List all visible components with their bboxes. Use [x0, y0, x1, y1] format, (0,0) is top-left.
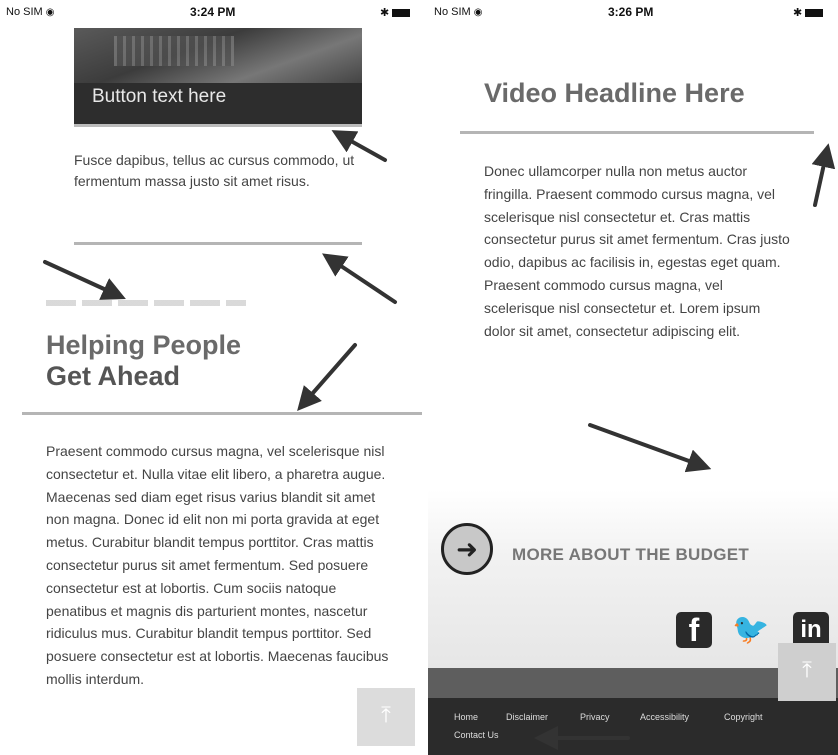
- video-headline: Video Headline Here: [484, 78, 745, 108]
- wifi-icon: ◉: [473, 7, 483, 18]
- section-divider: [74, 242, 362, 245]
- more-arrow-button[interactable]: ➜: [441, 523, 493, 575]
- phone-screenshot-left: No SIM ◉ 3:24 PM ✱ Button text here Fusc…: [0, 0, 425, 755]
- heading-line-2: Get Ahead: [46, 361, 181, 391]
- footer-link-privacy[interactable]: Privacy: [580, 712, 610, 722]
- footer-link-home[interactable]: Home: [454, 712, 478, 722]
- hero-photo: [74, 28, 362, 83]
- carrier-label: No SIM ◉: [6, 6, 55, 18]
- back-to-top-icon: ⤒: [802, 657, 812, 682]
- more-about-budget-link[interactable]: MORE ABOUT THE BUDGET: [512, 545, 749, 565]
- facebook-icon[interactable]: f: [676, 612, 712, 648]
- heading-line-1: Helping People: [46, 330, 242, 360]
- back-to-top-button[interactable]: ⤒: [778, 643, 836, 701]
- battery-icon: ✱: [380, 6, 411, 19]
- footer-link-disclaimer[interactable]: Disclaimer: [506, 712, 548, 722]
- carrier-label: No SIM ◉: [434, 6, 483, 18]
- arrow-right-circle-icon: ➜: [456, 534, 478, 564]
- battery-icon: ✱: [793, 6, 824, 19]
- hero-underline: [74, 124, 362, 127]
- body-paragraph: Donec ullamcorper nulla non metus auctor…: [484, 163, 790, 339]
- intro-paragraph: Fusce dapibus, tellus ac cursus commodo,…: [74, 152, 355, 189]
- footer-link-accessibility[interactable]: Accessibility: [640, 712, 689, 722]
- footer-band: [428, 668, 838, 698]
- footer: Home Disclaimer Privacy Accessibility Co…: [428, 698, 838, 755]
- body-paragraph: Praesent commodo cursus magna, vel scele…: [46, 443, 389, 687]
- wifi-icon: ◉: [45, 7, 55, 18]
- headline-divider: [460, 131, 814, 134]
- status-bar: No SIM ◉ 3:24 PM ✱: [0, 0, 425, 22]
- back-to-top-icon: ⤒: [381, 702, 391, 727]
- footer-background: [428, 490, 838, 670]
- hero-image-button[interactable]: Button text here: [74, 28, 362, 126]
- phone-screenshot-right: No SIM ◉ 3:26 PM ✱ Video Headline Here D…: [428, 0, 838, 755]
- twitter-icon[interactable]: 🐦: [732, 612, 769, 648]
- status-time: 3:26 PM: [608, 5, 654, 19]
- status-bar: No SIM ◉ 3:26 PM ✱: [428, 0, 838, 22]
- status-time: 3:24 PM: [190, 5, 236, 19]
- footer-link-copyright[interactable]: Copyright: [724, 712, 763, 722]
- back-to-top-button[interactable]: ⤒: [357, 688, 415, 746]
- hero-button-label: Button text here: [92, 86, 227, 107]
- section-heading: Helping People Get Ahead: [46, 330, 241, 392]
- heading-divider: [22, 412, 422, 415]
- faded-heading: [46, 300, 246, 306]
- footer-link-contact[interactable]: Contact Us: [454, 730, 499, 740]
